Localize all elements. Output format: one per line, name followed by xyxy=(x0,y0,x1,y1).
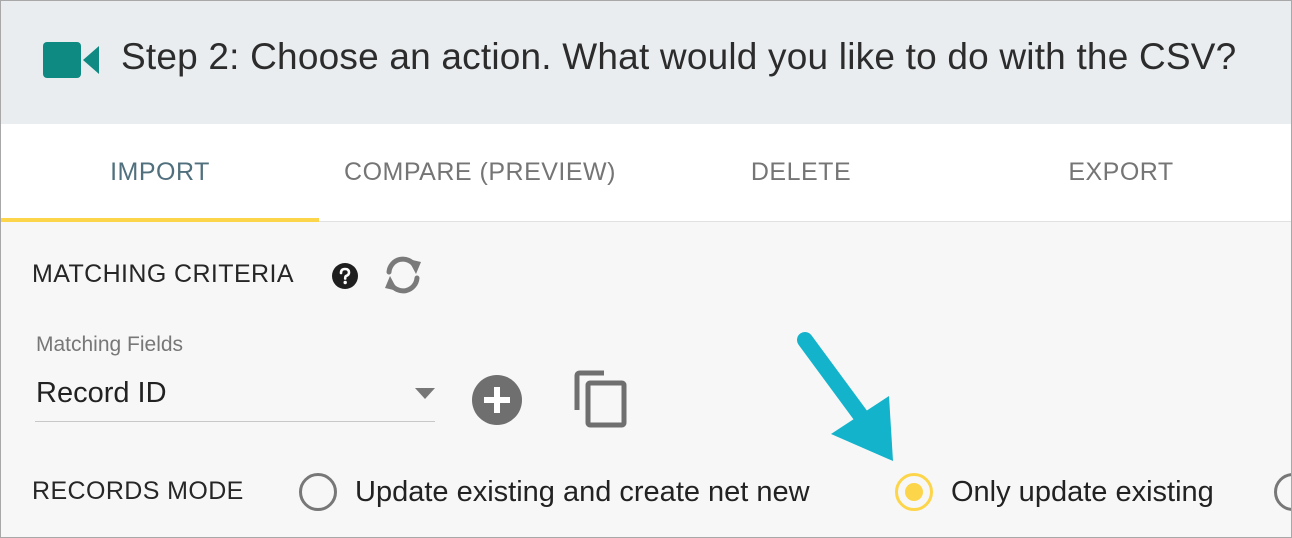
tab-export-label: EXPORT xyxy=(1068,158,1174,186)
radio-unchecked-icon xyxy=(1274,473,1291,511)
chevron-down-icon xyxy=(415,388,435,399)
video-camera-icon xyxy=(43,42,99,78)
radio-unchecked-icon xyxy=(299,473,337,511)
matching-fields-label: Matching Fields xyxy=(36,333,184,356)
action-tabs: IMPORT COMPARE (PREVIEW) DELETE EXPORT xyxy=(1,124,1291,222)
tab-delete-label: DELETE xyxy=(750,158,852,186)
tab-compare-label: COMPARE (PREVIEW) xyxy=(344,158,616,186)
radio-update-and-create-label: Update existing and create net new xyxy=(355,475,810,508)
active-tab-indicator xyxy=(1,218,319,222)
records-mode-label: RECORDS MODE xyxy=(32,477,244,505)
radio-update-and-create[interactable]: Update existing and create net new xyxy=(298,470,810,514)
help-icon[interactable] xyxy=(331,262,359,290)
copy-icon[interactable] xyxy=(574,370,628,428)
tab-import-label: IMPORT xyxy=(110,158,210,186)
annotation-arrow-icon xyxy=(797,332,893,461)
matching-field-select[interactable]: Record ID xyxy=(35,369,435,422)
tab-delete[interactable]: DELETE xyxy=(641,124,961,221)
tab-import[interactable]: IMPORT xyxy=(1,124,319,222)
add-circle-icon[interactable] xyxy=(471,374,523,426)
step-title: Step 2: Choose an action. What would you… xyxy=(121,36,1237,77)
radio-only-update-existing[interactable]: Only update existing xyxy=(894,470,1214,514)
refresh-icon[interactable] xyxy=(381,253,425,297)
step-header: Step 2: Choose an action. What would you… xyxy=(1,1,1291,124)
radio-only-update-existing-label: Only update existing xyxy=(951,475,1214,508)
matching-field-value: Record ID xyxy=(36,377,167,409)
matching-criteria-heading: MATCHING CRITERIA xyxy=(32,260,294,288)
tab-compare-preview[interactable]: COMPARE (PREVIEW) xyxy=(319,124,641,221)
radio-third-option[interactable] xyxy=(1273,470,1291,514)
radio-checked-icon xyxy=(895,473,933,511)
app-window: Step 2: Choose an action. What would you… xyxy=(0,0,1292,538)
tab-export[interactable]: EXPORT xyxy=(961,124,1281,221)
